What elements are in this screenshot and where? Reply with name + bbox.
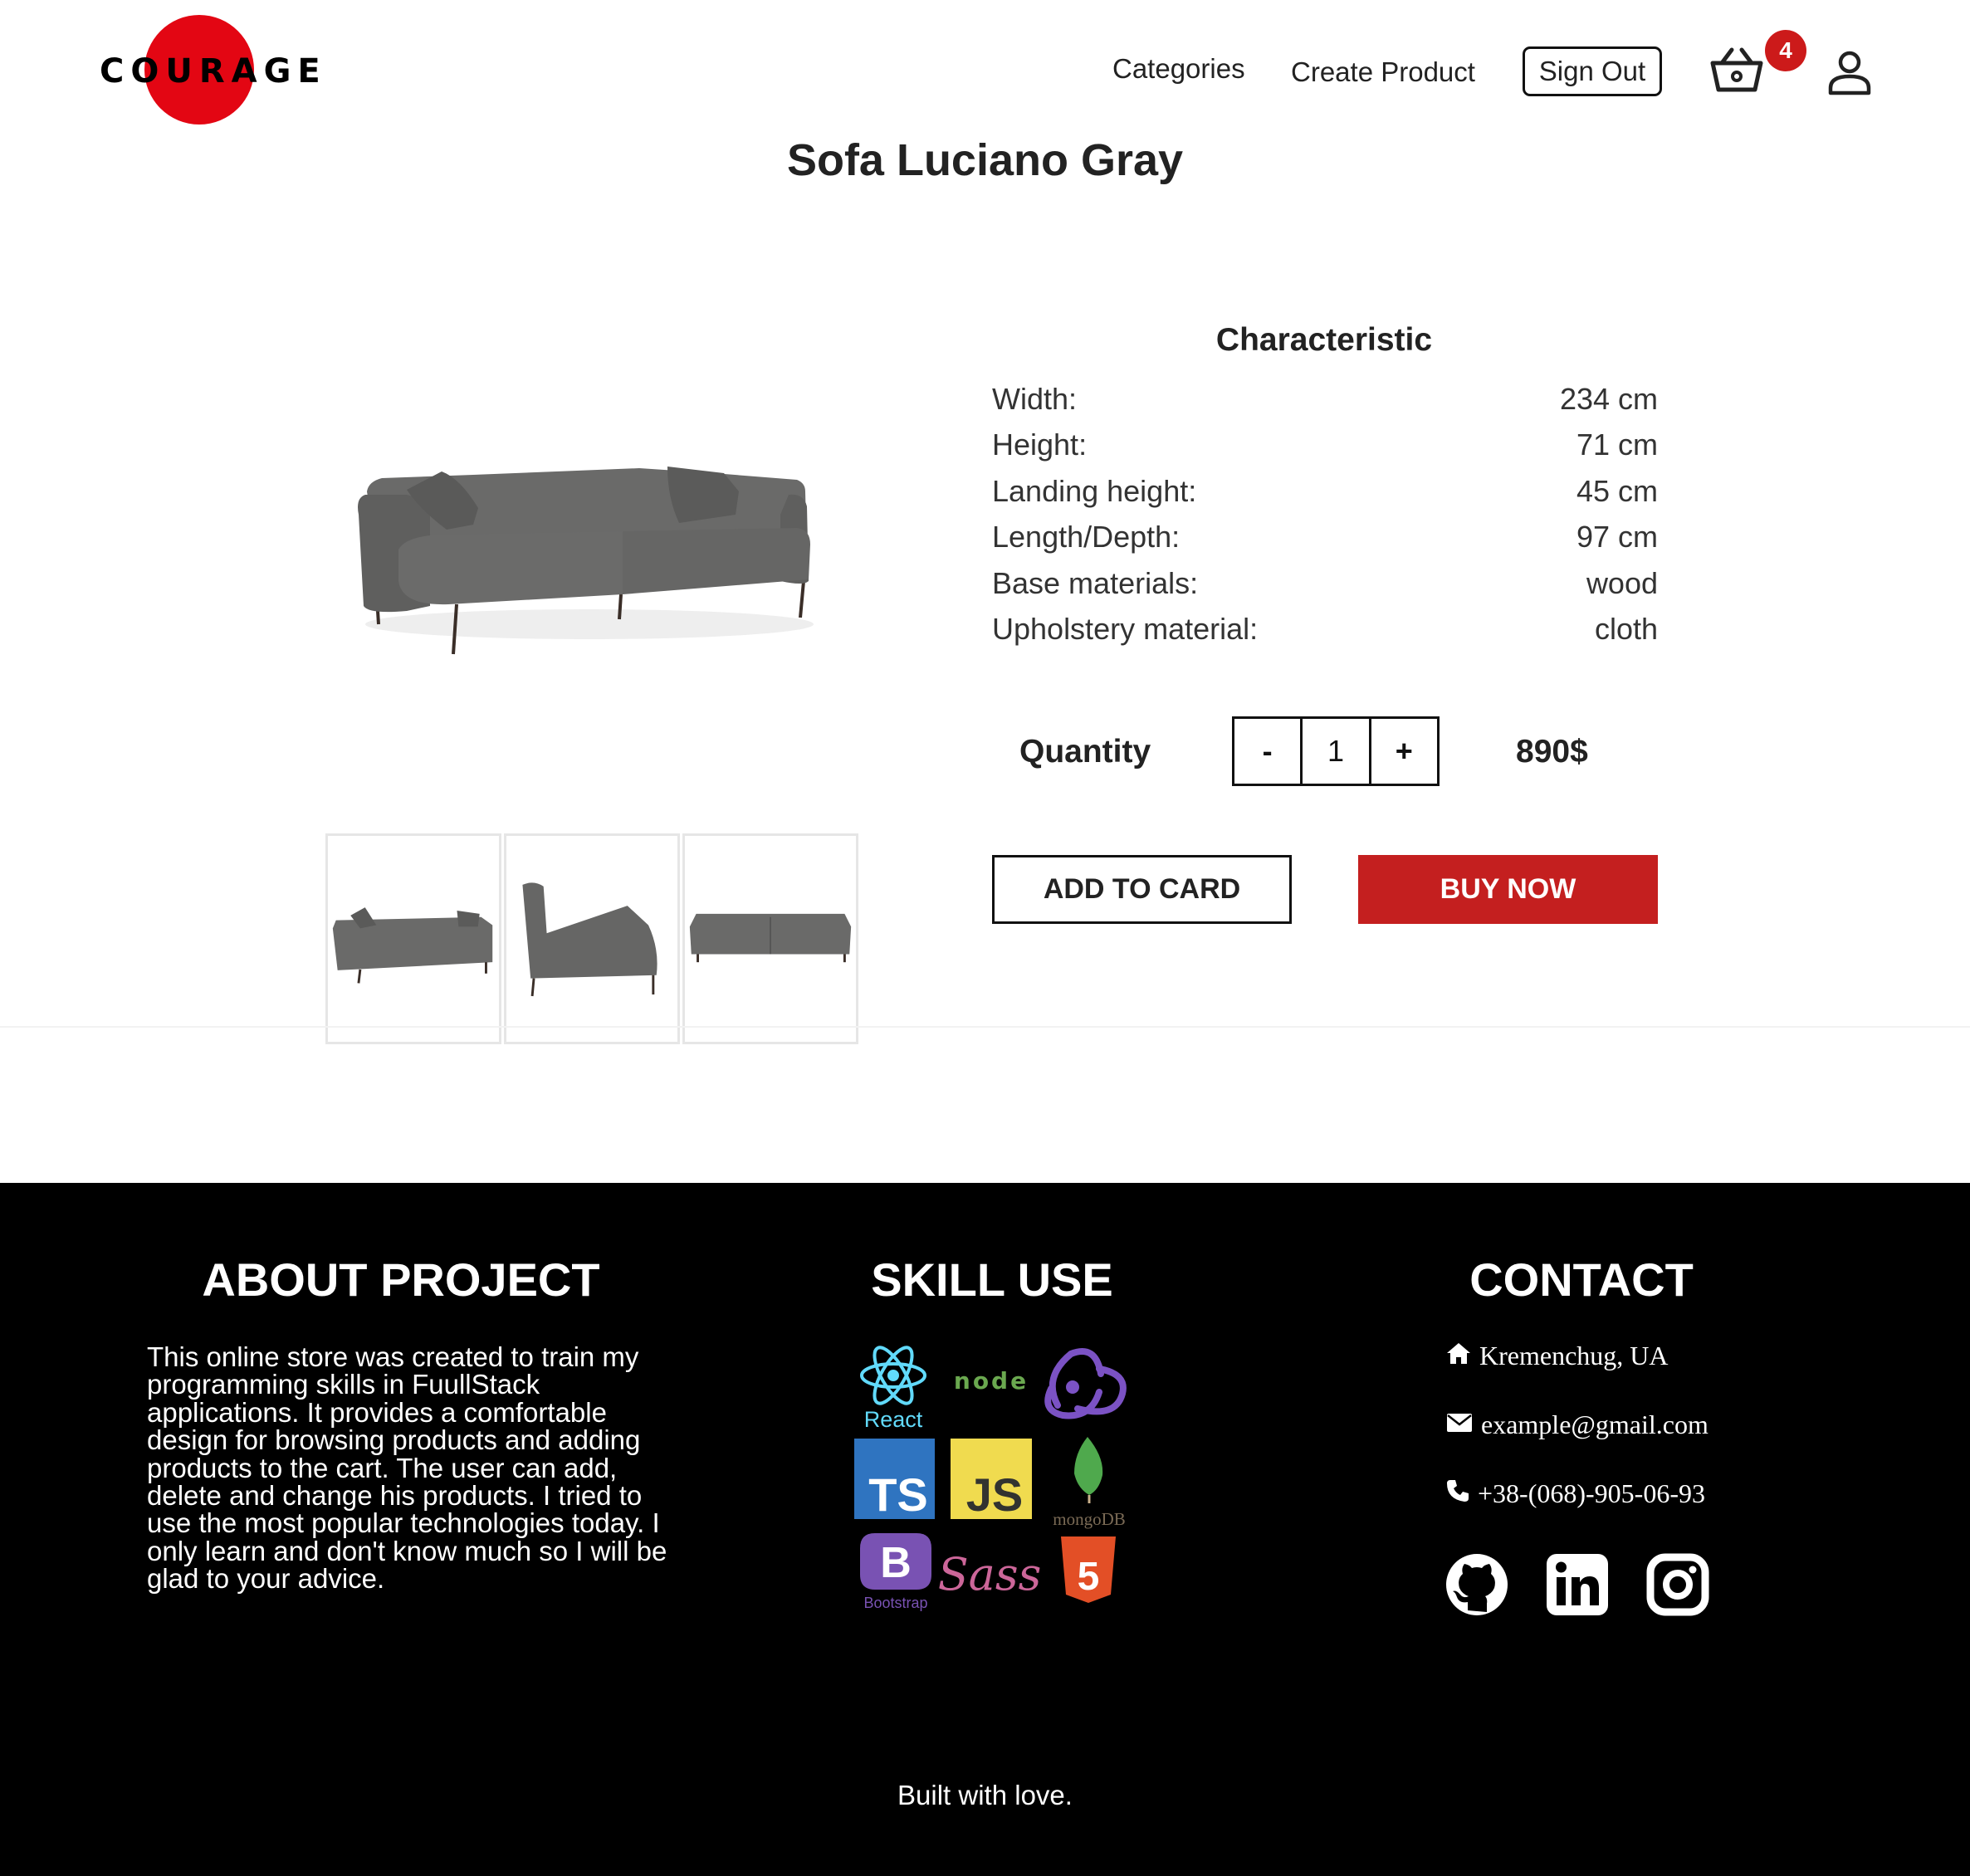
product-main-image: [349, 448, 822, 672]
characteristic-label: Height:: [992, 427, 1088, 462]
quantity-decrease-button[interactable]: -: [1234, 719, 1300, 784]
mongodb-label: mongoDB: [1053, 1509, 1126, 1529]
footer: ABOUT PROJECT SKILL USE CONTACT This onl…: [0, 1183, 1970, 1876]
product-price: 890$: [1516, 734, 1588, 769]
redux-icon: [1044, 1348, 1127, 1419]
sign-out-button[interactable]: Sign Out: [1523, 46, 1662, 96]
github-icon[interactable]: [1445, 1552, 1509, 1617]
bootstrap-icon: B Bootstrap: [860, 1533, 931, 1611]
characteristic-label: Upholstery material:: [992, 611, 1259, 646]
characteristic-row: Upholstery material: cloth: [992, 612, 1658, 657]
characteristic-value: cloth: [1594, 611, 1658, 646]
about-project-text: This online store was created to train m…: [147, 1341, 667, 1595]
phone-text: +38-(068)-905-06-93: [1478, 1478, 1705, 1508]
characteristic-label: Length/Depth:: [992, 520, 1181, 554]
section-divider: [0, 1026, 1970, 1028]
characteristic-row: Width: 234 cm: [992, 382, 1658, 427]
html5-label: 5: [1078, 1555, 1100, 1599]
characteristic-value: 45 cm: [1576, 473, 1658, 508]
characteristic-value: 71 cm: [1576, 427, 1658, 462]
cart-count-badge: 4: [1765, 30, 1806, 71]
phone-icon: [1446, 1478, 1469, 1509]
user-icon[interactable]: [1826, 50, 1873, 96]
product-thumbnail-back[interactable]: [682, 833, 858, 1044]
bootstrap-letter: B: [880, 1539, 912, 1587]
characteristic-row: Base materials: wood: [992, 566, 1658, 612]
product-thumbnail-side[interactable]: [504, 833, 680, 1044]
contact-email[interactable]: example@gmail.com: [1446, 1409, 1708, 1440]
address-text: Kremenchug, UA: [1479, 1341, 1669, 1370]
sass-icon: Sass: [938, 1548, 1042, 1600]
quantity-value: 1: [1300, 719, 1371, 784]
js-label: JS: [966, 1468, 1024, 1521]
quantity-increase-button[interactable]: +: [1371, 719, 1437, 784]
contact-title: CONTACT: [1469, 1253, 1694, 1306]
envelope-icon: [1446, 1409, 1473, 1440]
javascript-icon: JS: [951, 1439, 1032, 1521]
characteristic-table: Width: 234 cm Height: 71 cm Landing height…: [992, 382, 1658, 657]
node-label: node: [954, 1367, 1029, 1395]
characteristic-value: 97 cm: [1576, 520, 1658, 554]
product-title: Sofa Luciano Gray: [786, 135, 1184, 185]
contact-phone[interactable]: +38-(068)-905-06-93: [1446, 1478, 1705, 1509]
add-to-card-button[interactable]: ADD TO CARD: [992, 855, 1292, 924]
characteristic-value: wood: [1586, 565, 1658, 600]
built-with-love-text: Built with love.: [897, 1780, 1073, 1810]
contact-address: Kremenchug, UA: [1446, 1341, 1668, 1371]
html5-icon: 5: [1061, 1536, 1116, 1603]
typescript-icon: TS: [854, 1439, 935, 1521]
logo-text: COURAGE: [100, 52, 327, 90]
logo[interactable]: COURAGE: [100, 15, 327, 131]
bootstrap-label: Bootstrap: [863, 1595, 927, 1611]
characteristic-row: Landing height: 45 cm: [992, 474, 1658, 520]
nav-create-product-link[interactable]: Create Product: [1291, 56, 1475, 88]
quantity-label: Quantity: [1019, 734, 1151, 769]
characteristic-label: Landing height:: [992, 473, 1197, 508]
linkedin-icon[interactable]: [1545, 1552, 1610, 1617]
home-icon: [1446, 1341, 1471, 1371]
mongodb-icon: mongoDB: [1053, 1437, 1126, 1529]
skill-use-title: SKILL USE: [871, 1253, 1113, 1306]
about-project-title: ABOUT PROJECT: [202, 1253, 600, 1306]
characteristic-label: Width:: [992, 382, 1078, 416]
react-label: React: [864, 1407, 923, 1432]
buy-now-button[interactable]: BUY NOW: [1358, 855, 1658, 924]
sass-label: Sass: [938, 1548, 1042, 1600]
skills-grid: React node TS JS mongoDB B Bootstrap Sas…: [850, 1341, 1137, 1631]
email-text: example@gmail.com: [1481, 1409, 1708, 1439]
characteristic-value: 234 cm: [1559, 382, 1658, 416]
nav-categories-link[interactable]: Categories: [1112, 53, 1245, 85]
characteristic-row: Height: 71 cm: [992, 427, 1658, 473]
instagram-icon[interactable]: [1645, 1552, 1710, 1617]
react-icon: React: [860, 1346, 926, 1432]
ts-label: TS: [868, 1468, 928, 1521]
product-thumbnail-front[interactable]: [325, 833, 501, 1044]
basket-icon[interactable]: [1710, 46, 1763, 93]
quantity-stepper: - 1 +: [1232, 716, 1440, 786]
characteristic-row: Length/Depth: 97 cm: [992, 520, 1658, 565]
characteristic-label: Base materials:: [992, 565, 1199, 600]
characteristic-title: Characteristic: [1215, 322, 1433, 358]
node-icon: node: [954, 1367, 1029, 1395]
